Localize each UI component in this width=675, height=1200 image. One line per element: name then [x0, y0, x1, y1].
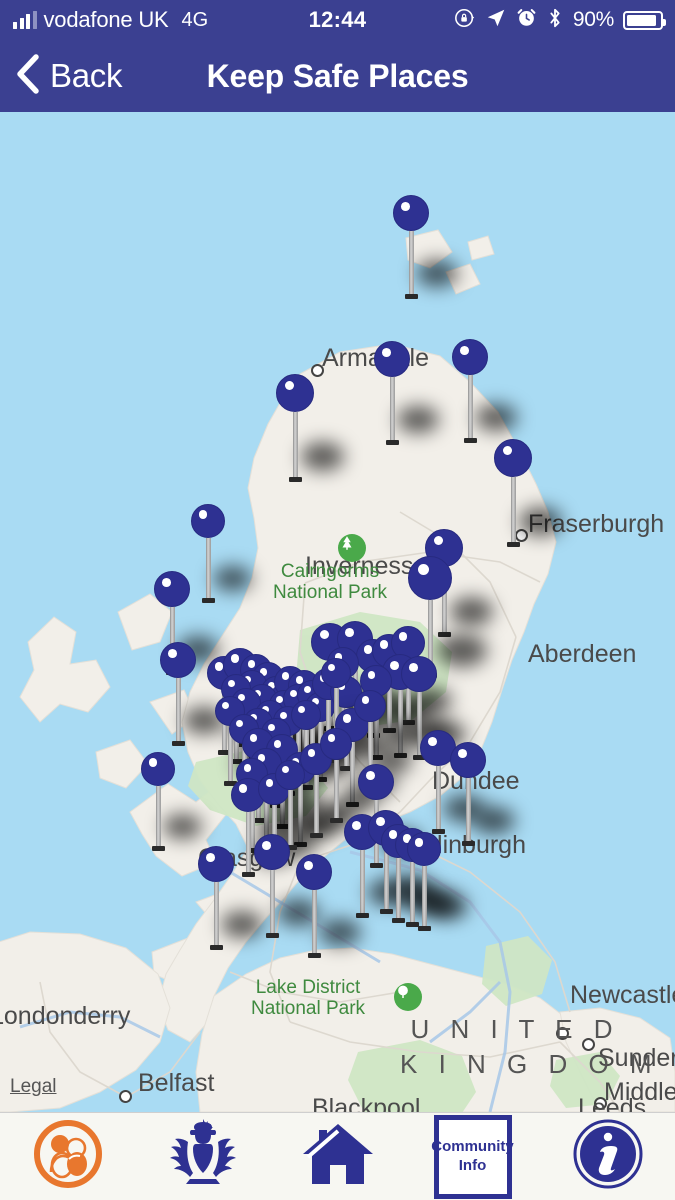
tab-about-info[interactable]: [540, 1113, 675, 1200]
map-pin-head[interactable]: [452, 339, 488, 375]
map-pin-stem: [307, 890, 321, 958]
map-pin-head[interactable]: [358, 764, 394, 800]
info-circle-icon: [571, 1117, 645, 1196]
map-pin-shadow: [475, 404, 517, 432]
map-pin-stem: [431, 766, 445, 834]
map-pin-stem: [288, 412, 302, 482]
tab-bar: Community Info: [0, 1112, 675, 1200]
map-pin-stem: [283, 790, 297, 850]
back-button-label: Back: [50, 57, 123, 94]
map-pin-stem: [391, 858, 405, 923]
map-pin-head[interactable]: [321, 658, 351, 688]
map-pin-stem: [417, 866, 431, 931]
map-pin-stem: [463, 375, 477, 443]
map-pin-stem: [405, 862, 419, 927]
map-basemap: [0, 229, 675, 1112]
status-bar-right: 90%: [454, 7, 675, 34]
map-pin-shadow: [397, 406, 439, 434]
app-screen: vodafone UK 4G 12:44 90% Back Keep Safe …: [0, 0, 675, 1200]
legal-link[interactable]: Legal: [10, 1076, 57, 1098]
map-pin-head[interactable]: [141, 752, 175, 786]
tab-home[interactable]: [270, 1113, 405, 1200]
map-pin-shadow: [300, 442, 345, 471]
lake-district-park-badge: [394, 983, 422, 1011]
map-pin-stem: [329, 760, 343, 823]
map-pin-stem: [385, 377, 399, 445]
tab-community-info[interactable]: Community Info: [405, 1113, 540, 1200]
alarm-clock-icon: [516, 7, 537, 33]
map-pin-head[interactable]: [160, 642, 196, 678]
battery-percent: 90%: [572, 8, 614, 31]
community-info-line2: Info: [458, 1156, 487, 1174]
map-pin-stem: [201, 538, 215, 603]
police-scotland-crest-icon: [166, 1116, 240, 1197]
community-info-line1: Community: [431, 1137, 514, 1155]
map-pin-stem: [506, 477, 520, 547]
bluetooth-icon: [546, 7, 564, 34]
map-pin-stem: [265, 870, 279, 938]
map-pin-head[interactable]: [408, 556, 452, 600]
chevron-left-icon: [14, 53, 40, 100]
map-pin-shadow: [221, 911, 263, 939]
map-pin-stem: [171, 678, 185, 746]
map-pin-head[interactable]: [354, 690, 386, 722]
map-pin-shadow: [416, 260, 458, 288]
keep-safe-people-icon: [31, 1117, 105, 1196]
map-pin-shadow: [449, 597, 494, 626]
map-pin-stem: [309, 775, 323, 838]
map-pin-head[interactable]: [320, 728, 352, 760]
map-pin-head[interactable]: [254, 834, 290, 870]
cairngorms-park-badge: [338, 534, 366, 562]
map-pin-head[interactable]: [198, 846, 234, 882]
map-pin-stem: [241, 812, 255, 877]
map-pin-shadow: [473, 807, 515, 835]
map-pin-head[interactable]: [374, 341, 410, 377]
status-bar: vodafone UK 4G 12:44 90%: [0, 0, 675, 40]
back-button[interactable]: Back: [0, 53, 122, 100]
map-pin-stem: [355, 850, 369, 918]
map-pin-head[interactable]: [407, 832, 441, 866]
city-dot-middlesbrough: [594, 1097, 607, 1110]
map-pin-shadow: [518, 507, 563, 536]
map-pin-shadow: [436, 633, 488, 667]
map-pin-head[interactable]: [291, 700, 321, 730]
tab-police-crest[interactable]: [135, 1113, 270, 1200]
community-info-box-icon: Community Info: [431, 1114, 514, 1199]
map-pin-head[interactable]: [154, 571, 190, 607]
map-pin-head[interactable]: [191, 504, 225, 538]
navigation-bar: Back Keep Safe Places: [0, 40, 675, 112]
map-pin-stem: [209, 882, 223, 950]
map-pin-head[interactable]: [401, 656, 437, 692]
city-dot-armadale: [311, 364, 324, 377]
map-pin-head[interactable]: [296, 854, 332, 890]
map-pin-head[interactable]: [450, 742, 486, 778]
community-info-label: Community Info: [431, 1138, 514, 1176]
map-pin-stem: [151, 786, 165, 851]
city-dot-belfast: [119, 1090, 132, 1103]
map-view[interactable]: Armadale Fraserburgh Inverness Aberdeen …: [0, 112, 675, 1112]
map-pin-head[interactable]: [393, 195, 429, 231]
map-pin-stem: [404, 231, 418, 299]
home-icon: [299, 1121, 377, 1192]
map-pin-stem: [461, 778, 475, 846]
city-dot-sunderland: [582, 1038, 595, 1051]
map-pin-head[interactable]: [494, 439, 532, 477]
location-arrow-icon: [485, 7, 507, 34]
map-pin-shadow: [319, 919, 361, 947]
map-pin-stem: [379, 846, 393, 914]
rotation-lock-icon: [454, 7, 476, 34]
battery-icon: [623, 10, 666, 30]
map-pin-head[interactable]: [276, 374, 314, 412]
tab-keep-safe[interactable]: [0, 1113, 135, 1200]
city-dot-newcastle: [556, 1027, 569, 1040]
